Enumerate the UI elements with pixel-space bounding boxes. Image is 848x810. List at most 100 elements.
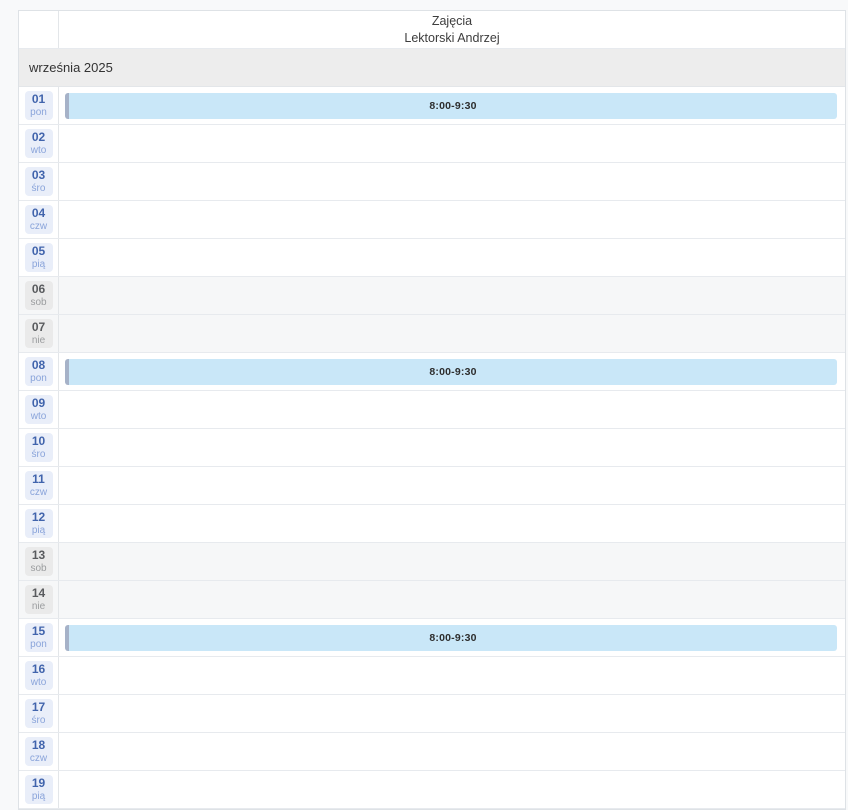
day-row: 05 pią	[19, 239, 845, 277]
day-row: 04 czw	[19, 201, 845, 239]
day-label-cell: 15 pon	[19, 619, 59, 656]
day-number: 09	[28, 397, 50, 411]
header-title-cell: Zajęcia Lektorski Andrzej	[59, 11, 845, 48]
day-badge: 02 wto	[25, 129, 53, 158]
day-content-cell	[59, 391, 845, 428]
day-number: 17	[28, 701, 50, 715]
day-label-cell: 06 sob	[19, 277, 59, 314]
day-number: 07	[28, 321, 50, 335]
day-label-cell: 12 pią	[19, 505, 59, 542]
day-number: 13	[28, 549, 50, 563]
day-number: 10	[28, 435, 50, 449]
day-number: 11	[28, 473, 50, 487]
month-row: września 2025	[19, 49, 845, 87]
day-content-cell	[59, 695, 845, 732]
day-badge: 16 wto	[25, 661, 53, 690]
day-label-cell: 03 śro	[19, 163, 59, 200]
day-badge: 08 pon	[25, 357, 53, 386]
day-name: pon	[28, 373, 50, 385]
day-badge: 17 śro	[25, 699, 53, 728]
day-badge: 04 czw	[25, 205, 53, 234]
day-name: wto	[28, 411, 50, 423]
day-label-cell: 05 pią	[19, 239, 59, 276]
day-row: 02 wto	[19, 125, 845, 163]
day-row: 15 pon 8:00-9:30	[19, 619, 845, 657]
event-bar[interactable]: 8:00-9:30	[65, 625, 837, 651]
day-label-cell: 10 śro	[19, 429, 59, 466]
day-content-cell	[59, 277, 845, 314]
event-bar[interactable]: 8:00-9:30	[65, 93, 837, 119]
day-content-cell	[59, 315, 845, 352]
day-name: pią	[28, 525, 50, 537]
day-number: 15	[28, 625, 50, 639]
day-row: 06 sob	[19, 277, 845, 315]
day-badge: 18 czw	[25, 737, 53, 766]
day-name: wto	[28, 145, 50, 157]
day-name: pią	[28, 259, 50, 271]
day-badge: 15 pon	[25, 623, 53, 652]
day-label-cell: 08 pon	[19, 353, 59, 390]
day-name: pon	[28, 639, 50, 651]
day-content-cell	[59, 581, 845, 618]
day-name: śro	[28, 183, 50, 195]
event-time: 8:00-9:30	[429, 632, 476, 644]
day-content-cell	[59, 467, 845, 504]
day-name: nie	[28, 335, 50, 347]
day-number: 04	[28, 207, 50, 221]
day-name: czw	[28, 487, 50, 499]
day-badge: 10 śro	[25, 433, 53, 462]
day-label-cell: 11 czw	[19, 467, 59, 504]
day-row: 14 nie	[19, 581, 845, 619]
day-label-cell: 14 nie	[19, 581, 59, 618]
day-number: 01	[28, 93, 50, 107]
day-content-cell	[59, 429, 845, 466]
day-content-cell	[59, 543, 845, 580]
day-content-cell	[59, 733, 845, 770]
day-row: 13 sob	[19, 543, 845, 581]
day-number: 19	[28, 777, 50, 791]
day-row: 01 pon 8:00-9:30	[19, 87, 845, 125]
day-badge: 07 nie	[25, 319, 53, 348]
day-badge: 09 wto	[25, 395, 53, 424]
day-label-cell: 16 wto	[19, 657, 59, 694]
day-number: 05	[28, 245, 50, 259]
day-number: 02	[28, 131, 50, 145]
day-content-cell: 8:00-9:30	[59, 353, 845, 390]
day-badge: 05 pią	[25, 243, 53, 272]
day-row: 10 śro	[19, 429, 845, 467]
day-badge: 06 sob	[25, 281, 53, 310]
day-name: nie	[28, 601, 50, 613]
day-label-cell: 01 pon	[19, 87, 59, 124]
day-number: 14	[28, 587, 50, 601]
day-number: 03	[28, 169, 50, 183]
day-content-cell	[59, 771, 845, 808]
day-label-cell: 17 śro	[19, 695, 59, 732]
schedule-teacher-name: Lektorski Andrzej	[404, 30, 499, 47]
day-label-cell: 18 czw	[19, 733, 59, 770]
day-badge: 13 sob	[25, 547, 53, 576]
day-name: wto	[28, 677, 50, 689]
day-row: 08 pon 8:00-9:30	[19, 353, 845, 391]
day-badge: 11 czw	[25, 471, 53, 500]
day-row: 07 nie	[19, 315, 845, 353]
day-content-cell	[59, 125, 845, 162]
day-content-cell: 8:00-9:30	[59, 619, 845, 656]
event-time: 8:00-9:30	[429, 100, 476, 112]
day-name: czw	[28, 221, 50, 233]
day-name: śro	[28, 715, 50, 727]
day-row: 16 wto	[19, 657, 845, 695]
day-label-cell: 13 sob	[19, 543, 59, 580]
month-label: września 2025	[29, 60, 113, 75]
day-label-cell: 09 wto	[19, 391, 59, 428]
schedule-header-row: Zajęcia Lektorski Andrzej	[19, 11, 845, 49]
day-number: 08	[28, 359, 50, 373]
day-name: czw	[28, 753, 50, 765]
day-content-cell	[59, 239, 845, 276]
day-label-cell: 04 czw	[19, 201, 59, 238]
day-name: sob	[28, 297, 50, 309]
day-number: 16	[28, 663, 50, 677]
day-badge: 12 pią	[25, 509, 53, 538]
day-number: 12	[28, 511, 50, 525]
event-bar[interactable]: 8:00-9:30	[65, 359, 837, 385]
day-row: 11 czw	[19, 467, 845, 505]
